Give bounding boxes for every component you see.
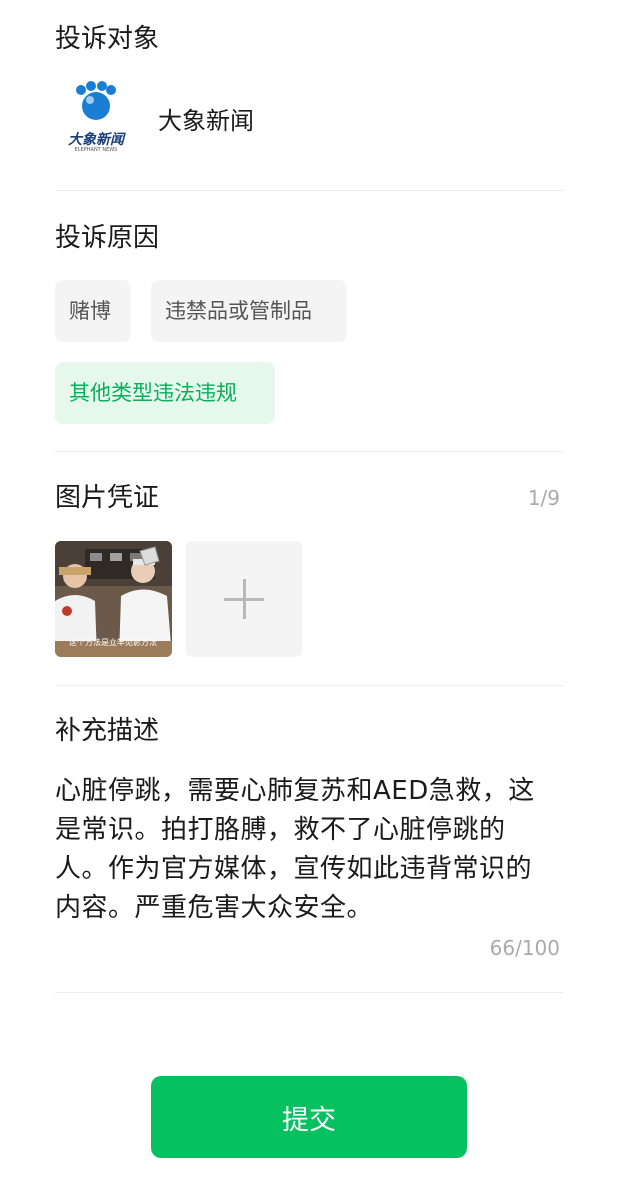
svg-text:ELEPHANT NEWS: ELEPHANT NEWS xyxy=(75,147,118,152)
thumbnail-caption: 这个方法是立竿见影方法 xyxy=(69,637,157,647)
reason-section-title: 投诉原因 xyxy=(55,223,160,253)
images-section-title: 图片凭证 xyxy=(55,483,160,513)
reason-chip-contraband[interactable]: 违禁品或管制品 xyxy=(151,280,347,342)
submit-button[interactable]: 提交 xyxy=(151,1076,467,1158)
svg-text:大象新闻: 大象新闻 xyxy=(68,131,126,148)
description-textarea[interactable]: 心脏停跳，需要心肺复苏和AED急救，这是常识。拍打胳膊，救不了心脏停跳的人。作为… xyxy=(55,772,545,928)
divider xyxy=(55,685,563,686)
divider xyxy=(55,451,563,452)
divider xyxy=(55,190,563,191)
description-section-title: 补充描述 xyxy=(55,716,160,746)
evidence-thumbnail[interactable]: 这个方法是立竿见影方法 xyxy=(55,541,172,657)
add-image-button[interactable] xyxy=(186,541,302,657)
description-char-count: 66/100 xyxy=(489,936,560,960)
reason-chip-other-illegal[interactable]: 其他类型违法违规 xyxy=(55,362,275,424)
divider xyxy=(55,992,563,993)
target-logo: 大象新闻 ELEPHANT NEWS xyxy=(60,80,132,153)
image-count: 1/9 xyxy=(527,486,560,510)
reason-chip-gambling[interactable]: 赌博 xyxy=(55,280,131,342)
target-section-title: 投诉对象 xyxy=(55,24,160,54)
target-name: 大象新闻 xyxy=(158,107,254,135)
